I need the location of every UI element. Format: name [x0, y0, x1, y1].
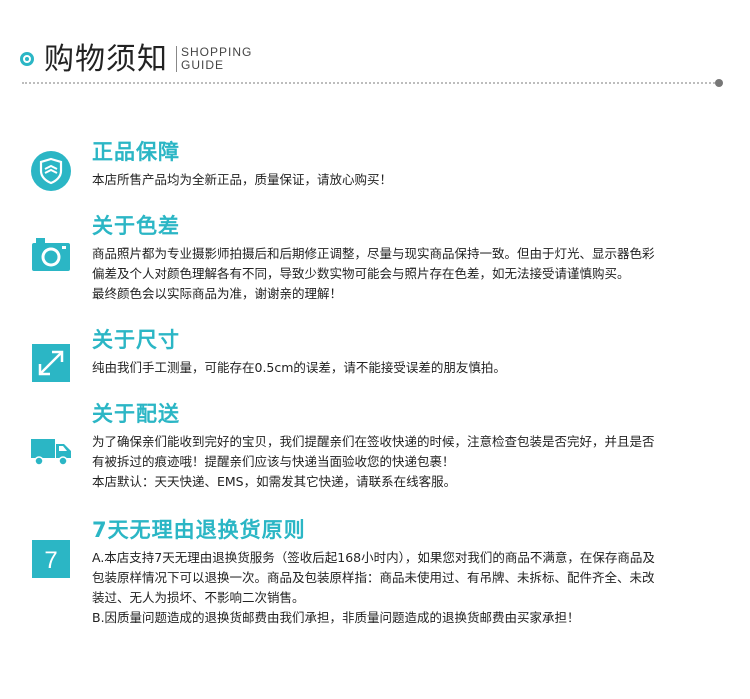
section-body: 商品照片都为专业摄影师拍摄后和后期修正调整，尽量与现实商品保持一致。但由于灯光、…: [92, 244, 732, 304]
header-divider: [176, 46, 177, 72]
section-line: 装过、无人为损坏、不影响二次销售。: [92, 590, 305, 605]
header: 购物须知 SHOPPING GUIDE: [18, 40, 738, 80]
section-line: 纯由我们手工测量，可能存在0.5cm的误差，请不能接受误差的朋友慎拍。: [92, 360, 506, 375]
page-title: 购物须知: [44, 42, 168, 77]
section-body: 纯由我们手工测量，可能存在0.5cm的误差，请不能接受误差的朋友慎拍。: [92, 358, 732, 378]
truck-icon: [31, 439, 71, 466]
header-subtitle: SHOPPING GUIDE: [181, 46, 252, 72]
section-line: 最终颜色会以实际商品为准，谢谢亲的理解！: [92, 286, 343, 301]
section-title: 关于尺寸: [92, 328, 180, 352]
divider-end-dot: [715, 79, 723, 87]
section-line: 本店所售产品均为全新正品，质量保证，请放心购买！: [92, 172, 393, 187]
section-title: 正品保障: [92, 140, 180, 164]
section-body: 本店所售产品均为全新正品，质量保证，请放心购买！: [92, 170, 732, 190]
section-line: B.因质量问题造成的退换货邮费由我们承担，非质量问题造成的退换货邮费由买家承担！: [92, 610, 580, 625]
target-icon: [20, 52, 34, 66]
header-subtitle-line2: GUIDE: [181, 58, 225, 72]
section-line: 本店默认：天天快递、EMS，如需发其它快递，请联系在线客服。: [92, 474, 457, 489]
section-line: 商品照片都为专业摄影师拍摄后和后期修正调整，尽量与现实商品保持一致。但由于灯光、…: [92, 246, 655, 261]
section-title: 关于配送: [92, 402, 180, 426]
section-title: 关于色差: [92, 214, 180, 238]
section-line: A.本店支持7天无理由退换货服务（签收后起168小时内），如果您对我们的商品不满…: [92, 550, 655, 565]
section-body: 为了确保亲们能收到完好的宝贝，我们提醒亲们在签收快递的时候，注意检查包装是否完好…: [92, 432, 732, 492]
shield-icon: [31, 151, 71, 191]
section-line: 偏差及个人对颜色理解各有不同，导致少数实物可能会与照片存在色差，如无法接受请谨慎…: [92, 266, 630, 281]
section-line: 包装原样情况下可以退换一次。商品及包装原样指：商品未使用过、有吊牌、未拆标、配件…: [92, 570, 655, 585]
section-body: A.本店支持7天无理由退换货服务（签收后起168小时内），如果您对我们的商品不满…: [92, 548, 732, 628]
resize-arrow-icon: [32, 344, 70, 382]
dotted-divider: [22, 82, 715, 84]
seven-icon-label: 7: [44, 547, 57, 574]
camera-icon: [32, 238, 70, 271]
seven-icon: 7: [32, 540, 70, 578]
section-line: 有被拆过的痕迹哦！提醒亲们应该与快递当面验收您的快递包裹！: [92, 454, 455, 469]
section-title: 7天无理由退换货原则: [92, 518, 306, 542]
section-line: 为了确保亲们能收到完好的宝贝，我们提醒亲们在签收快递的时候，注意检查包装是否完好…: [92, 434, 655, 449]
